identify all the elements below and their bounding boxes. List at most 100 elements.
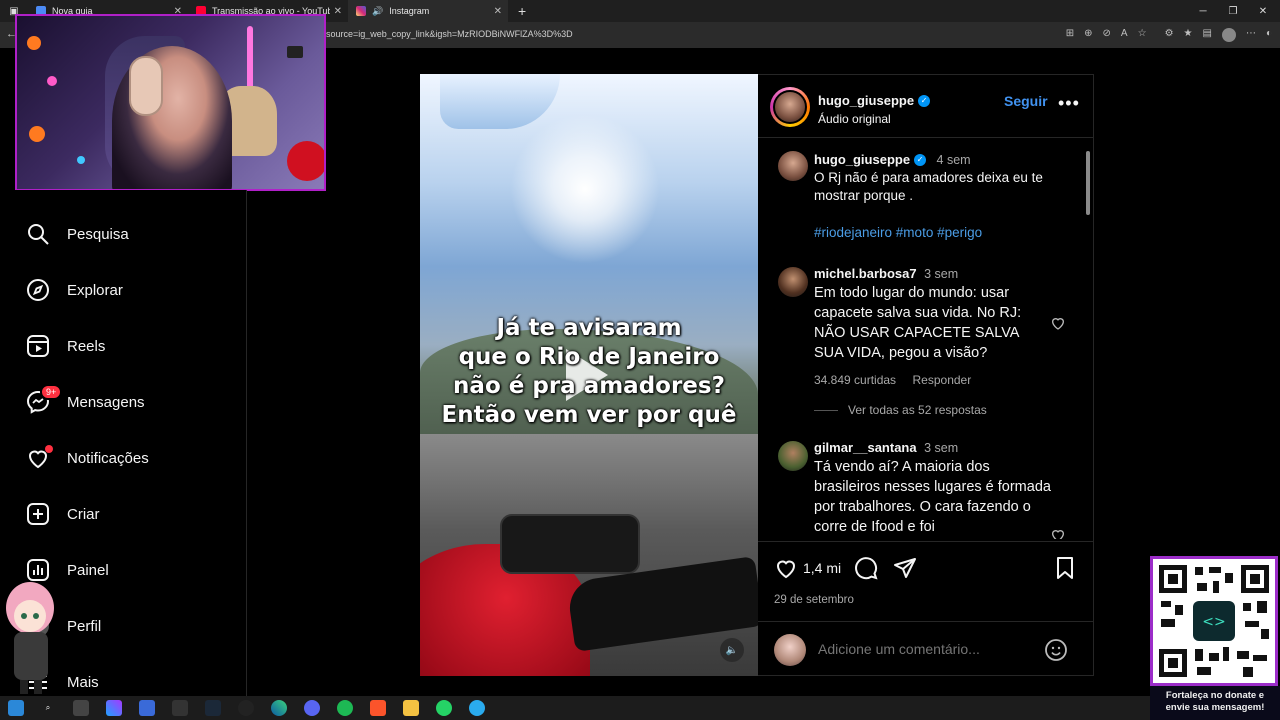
like-comment-icon[interactable]: [1050, 527, 1066, 539]
glove: [440, 74, 560, 129]
author-avatar[interactable]: [778, 151, 808, 181]
headphones: [129, 56, 163, 116]
comment-icon[interactable]: [854, 556, 878, 580]
discord-icon[interactable]: [304, 700, 320, 716]
nav-label: Reels: [67, 337, 106, 355]
light-decoration: [29, 126, 45, 142]
donate-caption-line: envie sua mensagem!: [1165, 702, 1265, 713]
description-body: hugo_giuseppe ✓ 4 sem O Rj não é para ama…: [814, 151, 1054, 243]
like-icon[interactable]: [774, 556, 798, 580]
sun-glare: [510, 114, 660, 264]
verified-icon: ✓: [918, 94, 931, 107]
obs-icon[interactable]: [238, 700, 254, 716]
extensions-icon[interactable]: ⚙: [1165, 28, 1174, 42]
compass-icon: [26, 278, 50, 302]
tab-label: Instagram: [389, 6, 430, 16]
whatsapp-icon[interactable]: [436, 700, 452, 716]
maximize-icon[interactable]: ❐: [1218, 0, 1248, 22]
comment-time: 3 sem: [924, 441, 959, 455]
epic-games-icon[interactable]: [172, 700, 188, 716]
follow-button[interactable]: Seguir: [1004, 93, 1048, 109]
zoom-icon[interactable]: ⊕: [1084, 28, 1092, 42]
minimize-icon[interactable]: ─: [1188, 0, 1218, 22]
emoji-icon[interactable]: [1044, 638, 1068, 662]
nav-item-search[interactable]: Pesquisa: [26, 220, 129, 248]
nav-label: Notificações: [67, 449, 149, 467]
window-close-icon[interactable]: ✕: [1248, 0, 1278, 22]
windows-start-icon[interactable]: [8, 700, 24, 716]
telegram-icon[interactable]: [469, 700, 485, 716]
view-replies[interactable]: Ver todas as 52 respostas: [814, 403, 987, 417]
file-explorer-icon[interactable]: [403, 700, 419, 716]
comment-meta: 34.849 curtidas Responder: [814, 371, 1042, 389]
task-view-icon[interactable]: [73, 700, 89, 716]
nav-item-create[interactable]: Criar: [26, 500, 100, 528]
comments-scrollbar[interactable]: [1084, 139, 1092, 539]
read-aloud-icon[interactable]: A: [1121, 28, 1128, 42]
commenter-avatar[interactable]: [778, 267, 808, 297]
reel-video[interactable]: Já te avisaram que o Rio de Janeiro não …: [420, 74, 758, 676]
copilot-icon[interactable]: ◐: [1266, 28, 1272, 42]
caption-line: Então vem ver por quê: [441, 402, 737, 428]
like-count[interactable]: 1,4 mi: [803, 560, 841, 576]
author-username[interactable]: hugo_giuseppe: [818, 93, 914, 108]
favorite-icon[interactable]: ☆: [1138, 28, 1147, 42]
author-avatar[interactable]: [773, 90, 807, 124]
spotify-icon[interactable]: [337, 700, 353, 716]
post-date: 29 de setembro: [774, 594, 854, 606]
new-tab-button[interactable]: +: [518, 3, 526, 19]
brave-icon[interactable]: [370, 700, 386, 716]
commenter-avatar[interactable]: [778, 441, 808, 471]
mute-icon[interactable]: 🔈: [720, 638, 744, 662]
light-decoration: [77, 156, 85, 164]
steam-icon[interactable]: [205, 700, 221, 716]
edge-icon[interactable]: [271, 700, 287, 716]
like-comment-icon[interactable]: [1050, 315, 1066, 331]
nav-item-notifications[interactable]: Notificações: [26, 444, 149, 472]
nav-label: Painel: [67, 561, 109, 579]
comment-username[interactable]: michel.barbosa7: [814, 266, 917, 281]
comment-text: Tá vendo aí? A maioria dos brasileiros n…: [814, 459, 1051, 535]
webcam-overlay: [15, 14, 326, 191]
comment-likes[interactable]: 34.849 curtidas: [814, 373, 896, 387]
light-decoration: [47, 76, 57, 86]
comment-body: gilmar__santana 3 sem Tá vendo aí? A mai…: [814, 439, 1052, 537]
post-panel: hugo_giuseppe ✓ Áudio original Seguir •••…: [758, 74, 1094, 676]
tracking-icon[interactable]: ⊘: [1103, 28, 1111, 42]
comment-input[interactable]: [818, 638, 1038, 660]
nav-item-messages[interactable]: 9+ Mensagens: [26, 384, 145, 416]
view-replies-label: Ver todas as 52 respostas: [848, 403, 987, 417]
nav-label: Criar: [67, 505, 100, 523]
nav-item-explore[interactable]: Explorar: [26, 276, 123, 304]
author-block: hugo_giuseppe ✓ Áudio original: [818, 92, 931, 126]
caption-line: que o Rio de Janeiro: [458, 344, 720, 370]
tab-instagram[interactable]: 🔊 Instagram ✕: [348, 0, 508, 22]
store-icon[interactable]: [139, 700, 155, 716]
heart-icon: [26, 445, 53, 470]
hashtags[interactable]: #riodejaneiro #moto #perigo: [814, 223, 1054, 243]
more-options-icon[interactable]: •••: [1058, 93, 1080, 114]
url-field[interactable]: source=ig_web_copy_link&igsh=MzRIODBiNWF…: [326, 29, 573, 39]
audio-label[interactable]: Áudio original: [818, 112, 930, 126]
toolbar-icons: ⊞ ⊕ ⊘ A ☆ ⚙ ★ ▤ ⋯ ◐: [1066, 28, 1272, 42]
motorcycle-dashboard: [500, 514, 640, 574]
scroll-thumb[interactable]: [1086, 151, 1090, 215]
instagram-icon: [356, 6, 366, 16]
collections-icon[interactable]: ▤: [1203, 28, 1212, 42]
search-icon[interactable]: ⌕: [40, 700, 56, 716]
reply-button[interactable]: Responder: [913, 373, 972, 387]
caption-line: Já te avisaram: [496, 315, 682, 341]
favorites-bar-icon[interactable]: ★: [1184, 28, 1193, 42]
plus-square-icon: [26, 502, 50, 526]
profile-avatar[interactable]: [1221, 28, 1236, 42]
bookmark-icon[interactable]: [1053, 556, 1077, 580]
close-icon[interactable]: ✕: [334, 6, 342, 17]
comment-username[interactable]: gilmar__santana: [814, 440, 917, 455]
share-icon[interactable]: [893, 556, 917, 580]
browser-menu-icon[interactable]: ⋯: [1246, 28, 1256, 42]
comment-username[interactable]: hugo_giuseppe: [814, 152, 910, 167]
apps-icon[interactable]: ⊞: [1066, 28, 1074, 42]
copilot-icon[interactable]: [106, 700, 122, 716]
close-icon[interactable]: ✕: [494, 6, 502, 17]
nav-item-reels[interactable]: Reels: [26, 332, 105, 360]
